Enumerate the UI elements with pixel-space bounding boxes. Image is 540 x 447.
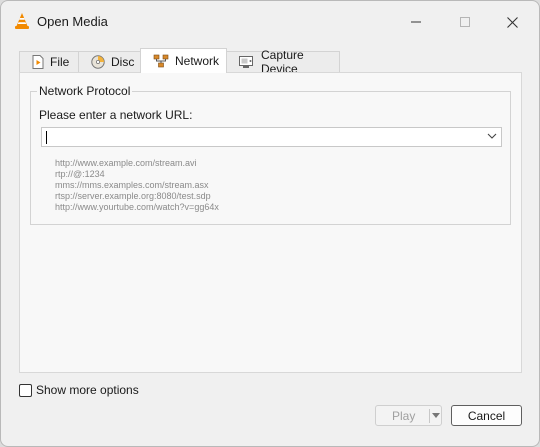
tab-file[interactable]: File (19, 51, 79, 72)
tab-capture-device[interactable]: Capture Device (226, 48, 340, 76)
show-more-options[interactable]: Show more options (19, 383, 139, 397)
url-example: rtsp://server.example.org:8080/test.sdp (55, 191, 211, 201)
network-url-combobox[interactable] (41, 127, 502, 147)
close-button[interactable] (489, 7, 535, 37)
play-button-separator (429, 409, 430, 423)
file-play-icon (32, 55, 44, 69)
capture-device-icon (239, 55, 253, 68)
url-example: mms://mms.examples.com/stream.asx (55, 180, 209, 190)
tab-file-label: File (50, 55, 70, 69)
url-label: Please enter a network URL: (39, 108, 193, 122)
minimize-icon (411, 21, 421, 23)
play-button[interactable]: Play (375, 405, 442, 426)
show-more-options-checkbox[interactable] (19, 383, 32, 397)
network-panel: Network Protocol Please enter a network … (19, 72, 522, 373)
disc-icon (91, 55, 105, 69)
play-button-label: Play (392, 409, 416, 423)
url-examples: http://www.example.com/stream.avi rtp://… (55, 158, 219, 213)
show-more-options-label[interactable]: Show more options (36, 383, 139, 397)
network-protocol-group: Network Protocol Please enter a network … (30, 84, 511, 225)
minimize-button[interactable] (393, 7, 439, 37)
url-example: http://www.yourtube.com/watch?v=gg64x (55, 202, 219, 212)
title-bar: Open Media (1, 1, 539, 41)
maximize-icon (460, 17, 470, 27)
tab-network[interactable]: Network (140, 48, 227, 73)
maximize-button[interactable] (442, 7, 488, 37)
play-dropdown-arrow-icon[interactable] (432, 413, 440, 418)
cancel-button[interactable]: Cancel (451, 405, 522, 426)
tab-network-label: Network (175, 54, 220, 68)
url-example: rtp://@:1234 (55, 169, 105, 179)
close-icon (506, 16, 518, 28)
tab-disc-label: Disc (111, 55, 135, 69)
vlc-cone-icon (13, 12, 31, 30)
open-media-dialog: Open Media File Disc Network Capture Dev… (0, 0, 540, 447)
url-example: http://www.example.com/stream.avi (55, 158, 197, 168)
group-title: Network Protocol (37, 84, 133, 98)
chevron-down-icon[interactable] (487, 133, 497, 140)
text-caret (46, 131, 47, 144)
tab-bar: File Disc Network Capture Device (19, 48, 523, 76)
network-icon (153, 54, 169, 68)
window-title: Open Media (37, 14, 108, 29)
tab-disc[interactable]: Disc (78, 51, 141, 72)
